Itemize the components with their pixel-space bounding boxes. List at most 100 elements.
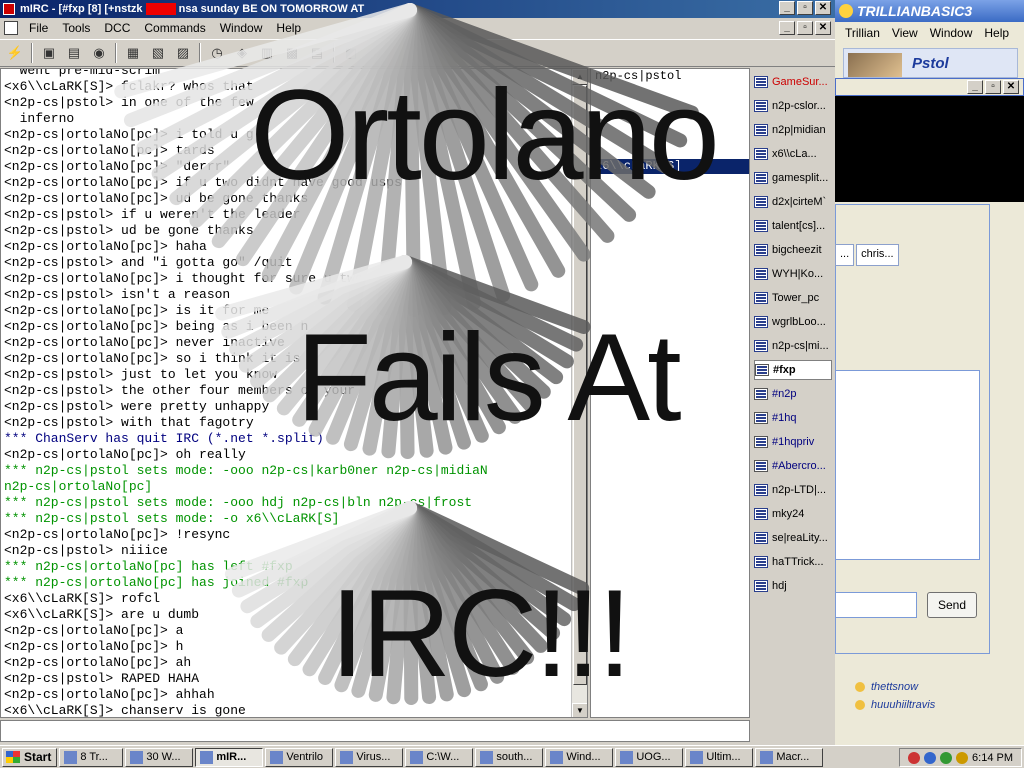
scroll-down-arrow[interactable]: ▼ xyxy=(572,703,587,717)
menu-tools[interactable]: Tools xyxy=(55,21,97,35)
trillian-menu-trillian[interactable]: Trillian xyxy=(845,26,880,40)
taskbar-button[interactable]: 8 Tr... xyxy=(59,747,124,767)
mdi-minimize-button[interactable]: _ xyxy=(779,21,795,35)
trillian-subwindow-bar[interactable]: _ ▫ ✕ xyxy=(835,78,1024,96)
notify-icon[interactable]: ◈ xyxy=(231,42,253,64)
sub-close-button[interactable]: ✕ xyxy=(1003,80,1019,94)
chat-line: <n2p-cs|ortolaNo[pc]> ah xyxy=(4,655,192,670)
buddy-item[interactable]: thettsnow xyxy=(855,681,918,693)
scripts-icon[interactable]: ▦ xyxy=(122,42,144,64)
chat-input[interactable] xyxy=(0,720,750,742)
menu-help[interactable]: Help xyxy=(269,21,308,35)
switchbar-item[interactable]: haTTrick... xyxy=(754,552,832,572)
log-icon[interactable]: ▤ xyxy=(306,42,328,64)
nick-item[interactable] xyxy=(591,144,749,159)
switchbar-item[interactable]: gamesplit... xyxy=(754,168,832,188)
switchbar-item[interactable]: #Abercro... xyxy=(754,456,832,476)
trillian-message-input[interactable] xyxy=(835,592,917,618)
nick-item[interactable]: n2p-cs|pstol xyxy=(591,69,749,84)
contact-card[interactable]: Pstol xyxy=(843,48,1018,78)
switchbar-item[interactable]: talent[cs]... xyxy=(754,216,832,236)
menu-window[interactable]: Window xyxy=(213,21,270,35)
taskbar-button[interactable]: Ultim... xyxy=(685,747,754,767)
switchbar-item[interactable]: Tower_pc xyxy=(754,288,832,308)
maximize-button[interactable]: ▫ xyxy=(797,1,813,15)
nick-item[interactable] xyxy=(591,129,749,144)
close-button[interactable]: ✕ xyxy=(815,1,831,15)
menu-dcc[interactable]: DCC xyxy=(97,21,137,35)
trillian-menu-help[interactable]: Help xyxy=(984,26,1009,40)
switchbar-item[interactable]: n2p-cslor... xyxy=(754,96,832,116)
switchbar-item[interactable]: x6\\cLa... xyxy=(754,144,832,164)
buddy-item[interactable]: huuuhiiltravis xyxy=(855,699,935,711)
taskbar-button[interactable]: Virus... xyxy=(335,747,404,767)
dcc-icon[interactable]: ▩ xyxy=(281,42,303,64)
mdi-child-icon[interactable] xyxy=(4,21,18,35)
send-button[interactable]: Send xyxy=(927,592,977,618)
switchbar-item[interactable]: n2p|midian xyxy=(754,120,832,140)
tray-antivirus-icon[interactable] xyxy=(940,751,953,764)
switchbar-label: talent[cs]... xyxy=(772,220,826,232)
colors-icon[interactable]: ▥ xyxy=(256,42,278,64)
tray-volume-icon[interactable] xyxy=(956,751,969,764)
taskbar-button[interactable]: C:\W... xyxy=(405,747,474,767)
taskbar-button[interactable]: Ventrilo xyxy=(265,747,334,767)
connect-icon[interactable]: ⚡ xyxy=(4,42,26,64)
scroll-up-arrow[interactable]: ▲ xyxy=(572,69,587,85)
tray-app-icon[interactable] xyxy=(908,751,921,764)
trillian-tab-right[interactable]: chris... xyxy=(856,244,899,266)
timer-icon[interactable]: ◷ xyxy=(206,42,228,64)
menu-commands[interactable]: Commands xyxy=(137,21,212,35)
switchbar-item[interactable]: hdj xyxy=(754,576,832,596)
query-window-icon xyxy=(754,244,768,256)
switchbar-item[interactable]: bigcheezit xyxy=(754,240,832,260)
nick-item[interactable] xyxy=(591,99,749,114)
scroll-thumb[interactable] xyxy=(573,85,587,685)
switchbar-item[interactable]: n2p-cs|mi... xyxy=(754,336,832,356)
taskbar-button[interactable]: UOG... xyxy=(615,747,684,767)
switchbar-item[interactable]: WYH|Ko... xyxy=(754,264,832,284)
trillian-titlebar[interactable]: TRILLIANBASIC3 xyxy=(835,0,1024,22)
taskbar-button[interactable]: Wind... xyxy=(545,747,614,767)
taskbar-button[interactable]: Macr... xyxy=(755,747,824,767)
taskbar-button[interactable]: south... xyxy=(475,747,544,767)
chat-scrollbar[interactable]: ▲ ▼ xyxy=(571,69,587,717)
switchbar-item[interactable]: se|reaLity... xyxy=(754,528,832,548)
chat-window[interactable]: went pre-mid-scrim <x6\\cLaRK[S]> fclakr?… xyxy=(0,68,588,718)
options-icon[interactable]: ▣ xyxy=(38,42,60,64)
nick-list[interactable]: n2p-cs|pstol x6\\cLaRK[S] xyxy=(590,68,750,718)
trillian-message-area[interactable] xyxy=(835,370,980,560)
switchbar-item[interactable]: wgrlbLoo... xyxy=(754,312,832,332)
query-window-icon xyxy=(754,292,768,304)
switchbar-item[interactable]: GameSur... xyxy=(754,72,832,92)
nick-item[interactable] xyxy=(591,114,749,129)
channels-icon[interactable]: ◉ xyxy=(88,42,110,64)
popups-icon[interactable]: ▨ xyxy=(172,42,194,64)
trillian-menu-window[interactable]: Window xyxy=(930,26,973,40)
help-icon[interactable]: ◩ xyxy=(340,42,362,64)
menu-file[interactable]: File xyxy=(22,21,55,35)
tray-network-icon[interactable] xyxy=(924,751,937,764)
nick-item[interactable] xyxy=(591,84,749,99)
switchbar-item[interactable]: #1hq xyxy=(754,408,832,428)
aliases-icon[interactable]: ▧ xyxy=(147,42,169,64)
switchbar-item[interactable]: d2x|cirteM` xyxy=(754,192,832,212)
switchbar-item[interactable]: n2p-LTD|... xyxy=(754,480,832,500)
start-button[interactable]: Start xyxy=(2,747,58,767)
switchbar-item[interactable]: mky24 xyxy=(754,504,832,524)
switchbar-item[interactable]: #n2p xyxy=(754,384,832,404)
taskbar-button[interactable]: mIR... xyxy=(195,747,264,767)
mdi-restore-button[interactable]: ▫ xyxy=(797,21,813,35)
mdi-close-button[interactable]: ✕ xyxy=(815,21,831,35)
switchbar-item[interactable]: #fxp xyxy=(754,360,832,380)
sub-minimize-button[interactable]: _ xyxy=(967,80,983,94)
mirc-titlebar[interactable]: mIRC - [#fxp [8] [+nstzk nsa sunday BE O… xyxy=(0,0,835,18)
minimize-button[interactable]: _ xyxy=(779,1,795,15)
trillian-tab-left[interactable]: ... xyxy=(835,244,855,266)
sub-restore-button[interactable]: ▫ xyxy=(985,80,1001,94)
switchbar-item[interactable]: #1hqpriv xyxy=(754,432,832,452)
trillian-menu-view[interactable]: View xyxy=(892,26,918,40)
taskbar-button[interactable]: 30 W... xyxy=(125,747,194,767)
nick-item[interactable]: x6\\cLaRK[S] xyxy=(591,159,749,174)
address-book-icon[interactable]: ▤ xyxy=(63,42,85,64)
